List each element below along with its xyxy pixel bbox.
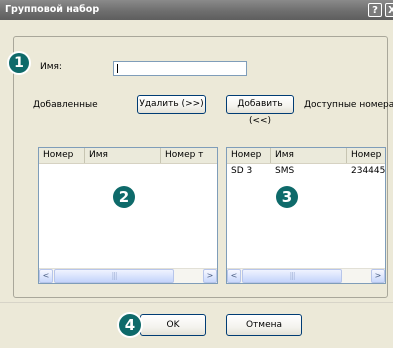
close-icon: X	[388, 5, 393, 16]
callout-badge-4: 4	[119, 314, 141, 336]
help-button[interactable]: ?	[368, 3, 382, 17]
title-bar: Групповой набор ? X	[0, 0, 393, 20]
chevron-right-icon: >	[374, 271, 382, 280]
scroll-thumb[interactable]: |||	[54, 269, 174, 283]
available-label: Доступные номера:	[304, 100, 393, 110]
callout-badge-2: 2	[113, 186, 135, 208]
cancel-button[interactable]: Отмена	[226, 314, 302, 336]
name-input[interactable]	[113, 61, 247, 76]
ok-button[interactable]: OK	[140, 314, 206, 336]
callout-badge-3: 3	[276, 186, 298, 208]
column-header-number[interactable]: Номер	[227, 148, 271, 163]
column-header-number[interactable]: Номер	[39, 148, 85, 163]
chevron-left-icon: <	[42, 271, 50, 280]
scroll-right-button[interactable]: >	[371, 269, 385, 283]
horizontal-scrollbar[interactable]: < ||| >	[39, 268, 217, 283]
added-numbers-list[interactable]: Номер Имя Номер т < ||| >	[38, 147, 218, 284]
grip-icon: |||	[289, 271, 295, 280]
cell-phone[interactable]: 2344456	[351, 166, 385, 176]
name-label: Имя:	[40, 62, 62, 72]
available-numbers-list[interactable]: Номер Имя Номер SD 3 SMS 2344456 < ||| >	[226, 147, 386, 284]
text-caret	[117, 64, 118, 73]
added-label: Добавленные	[33, 100, 98, 110]
horizontal-scrollbar[interactable]: < ||| >	[227, 268, 385, 283]
cell-name[interactable]: SMS	[275, 166, 294, 176]
callout-badge-1: 1	[9, 53, 29, 73]
remove-button[interactable]: Удалить (>>)	[137, 95, 206, 114]
scroll-thumb[interactable]: |||	[242, 269, 342, 283]
scroll-right-button[interactable]: >	[203, 269, 217, 283]
list-header: Номер Имя Номер	[227, 148, 385, 164]
chevron-left-icon: <	[230, 271, 238, 280]
group-dial-dialog: Групповой набор ? X Имя: Добавленные Уда…	[0, 0, 393, 348]
cell-number[interactable]: SD 3	[231, 166, 252, 176]
column-header-phone[interactable]: Номер т	[161, 148, 217, 163]
list-header: Номер Имя Номер т	[39, 148, 217, 164]
column-header-phone[interactable]: Номер	[347, 148, 385, 163]
dialog-title: Групповой набор	[5, 4, 100, 15]
close-button[interactable]: X	[385, 3, 393, 17]
chevron-right-icon: >	[206, 271, 214, 280]
scroll-left-button[interactable]: <	[227, 269, 241, 283]
column-header-name[interactable]: Имя	[271, 148, 347, 163]
grip-icon: |||	[111, 271, 117, 280]
scroll-left-button[interactable]: <	[39, 269, 53, 283]
help-icon: ?	[372, 5, 378, 16]
separator	[0, 302, 393, 303]
column-header-name[interactable]: Имя	[85, 148, 161, 163]
add-button[interactable]: Добавить (<<)	[226, 95, 294, 126]
